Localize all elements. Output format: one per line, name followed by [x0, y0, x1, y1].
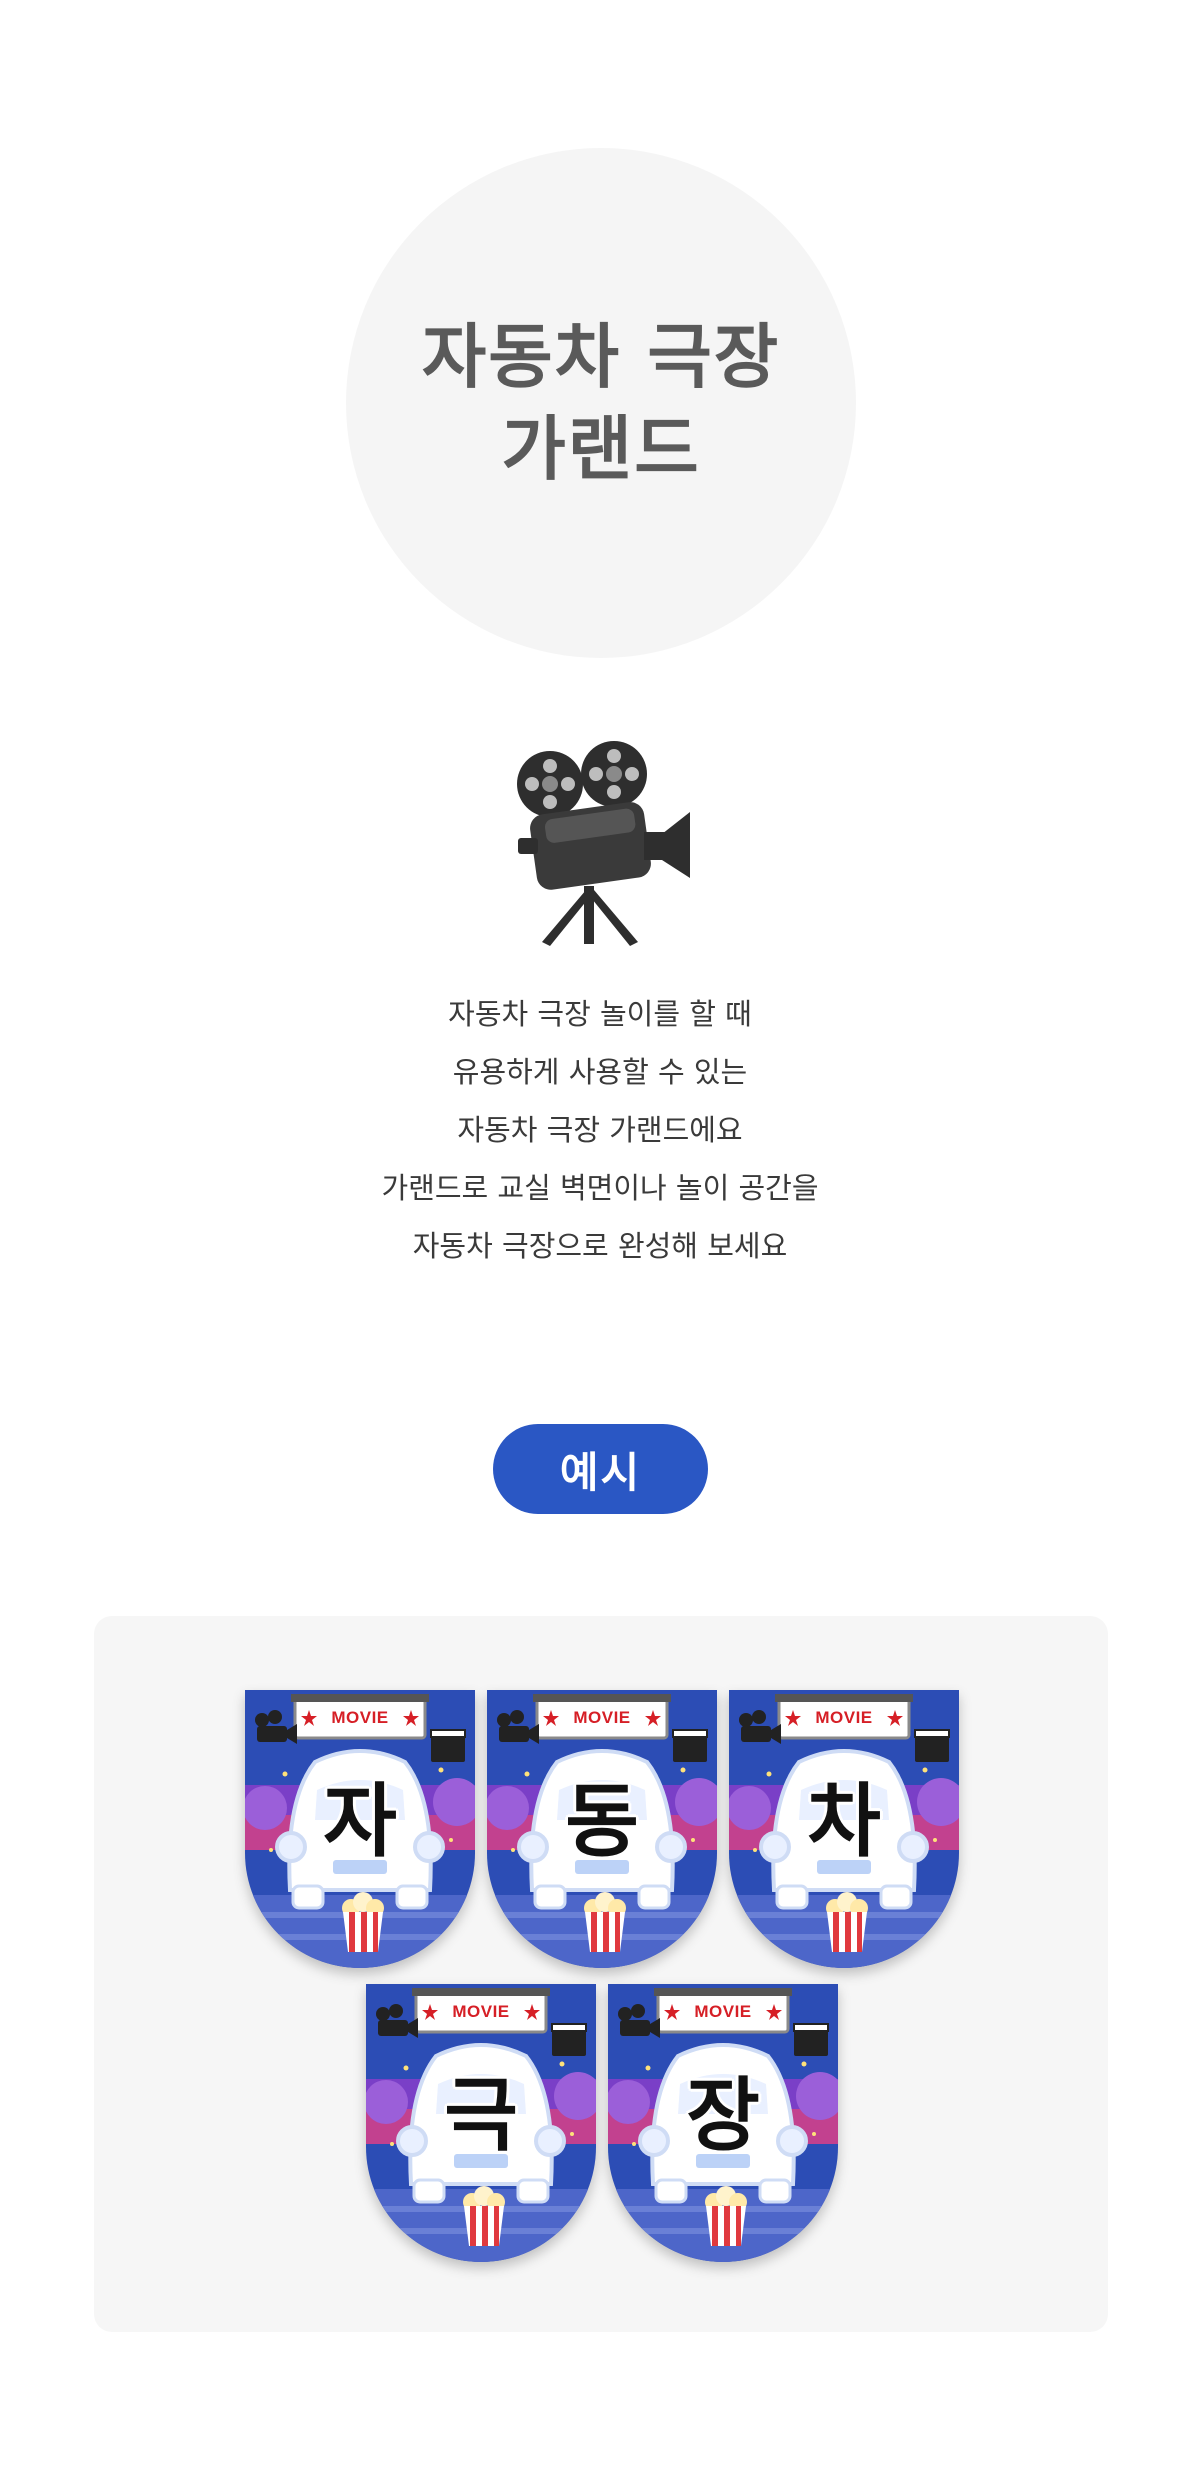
description-line: 자동차 극장 놀이를 할 때: [448, 997, 752, 1031]
page-title: 자동차 극장 가랜드: [422, 311, 780, 495]
description: 자동차 극장 놀이를 할 때 유용하게 사용할 수 있는 자동차 극장 가랜드에…: [200, 985, 1000, 1275]
garland-pennant: MOVIE 자: [245, 1690, 475, 1968]
movie-sign: MOVIE: [815, 1708, 873, 1727]
page-title-line-1: 자동차 극장: [421, 316, 781, 398]
garland-letter: 장: [686, 2069, 760, 2162]
garland-pennant: MOVIE 장: [608, 1984, 838, 2262]
garland-letter: 자: [323, 1775, 397, 1868]
garland-pennant: MOVIE 차: [729, 1690, 959, 1968]
garland-letter: 극: [444, 2069, 518, 2162]
hero-circle: 자동차 극장 가랜드: [346, 148, 856, 658]
description-line: 가랜드로 교실 벽면이나 놀이 공간을: [381, 1171, 819, 1205]
description-line: 유용하게 사용할 수 있는: [452, 1055, 748, 1089]
garland-pennant: MOVIE 극: [366, 1984, 596, 2262]
movie-sign: MOVIE: [331, 1708, 389, 1727]
garland-letter: 차: [807, 1775, 881, 1868]
movie-sign: MOVIE: [452, 2002, 510, 2021]
example-badge: 예시: [493, 1424, 708, 1514]
movie-camera-icon: [508, 736, 692, 946]
garland-pennant: MOVIE 동: [487, 1690, 717, 1968]
example-panel: MOVIE 자 MOVIE 동 MOVIE 차 MOVIE 극 MOVIE 장: [94, 1616, 1108, 2332]
description-line: 자동차 극장으로 완성해 보세요: [412, 1229, 788, 1263]
garland-letter: 동: [565, 1775, 639, 1868]
page-title-line-2: 가랜드: [501, 408, 701, 490]
movie-sign: MOVIE: [694, 2002, 752, 2021]
description-line: 자동차 극장 가랜드에요: [457, 1113, 743, 1147]
movie-sign: MOVIE: [573, 1708, 631, 1727]
